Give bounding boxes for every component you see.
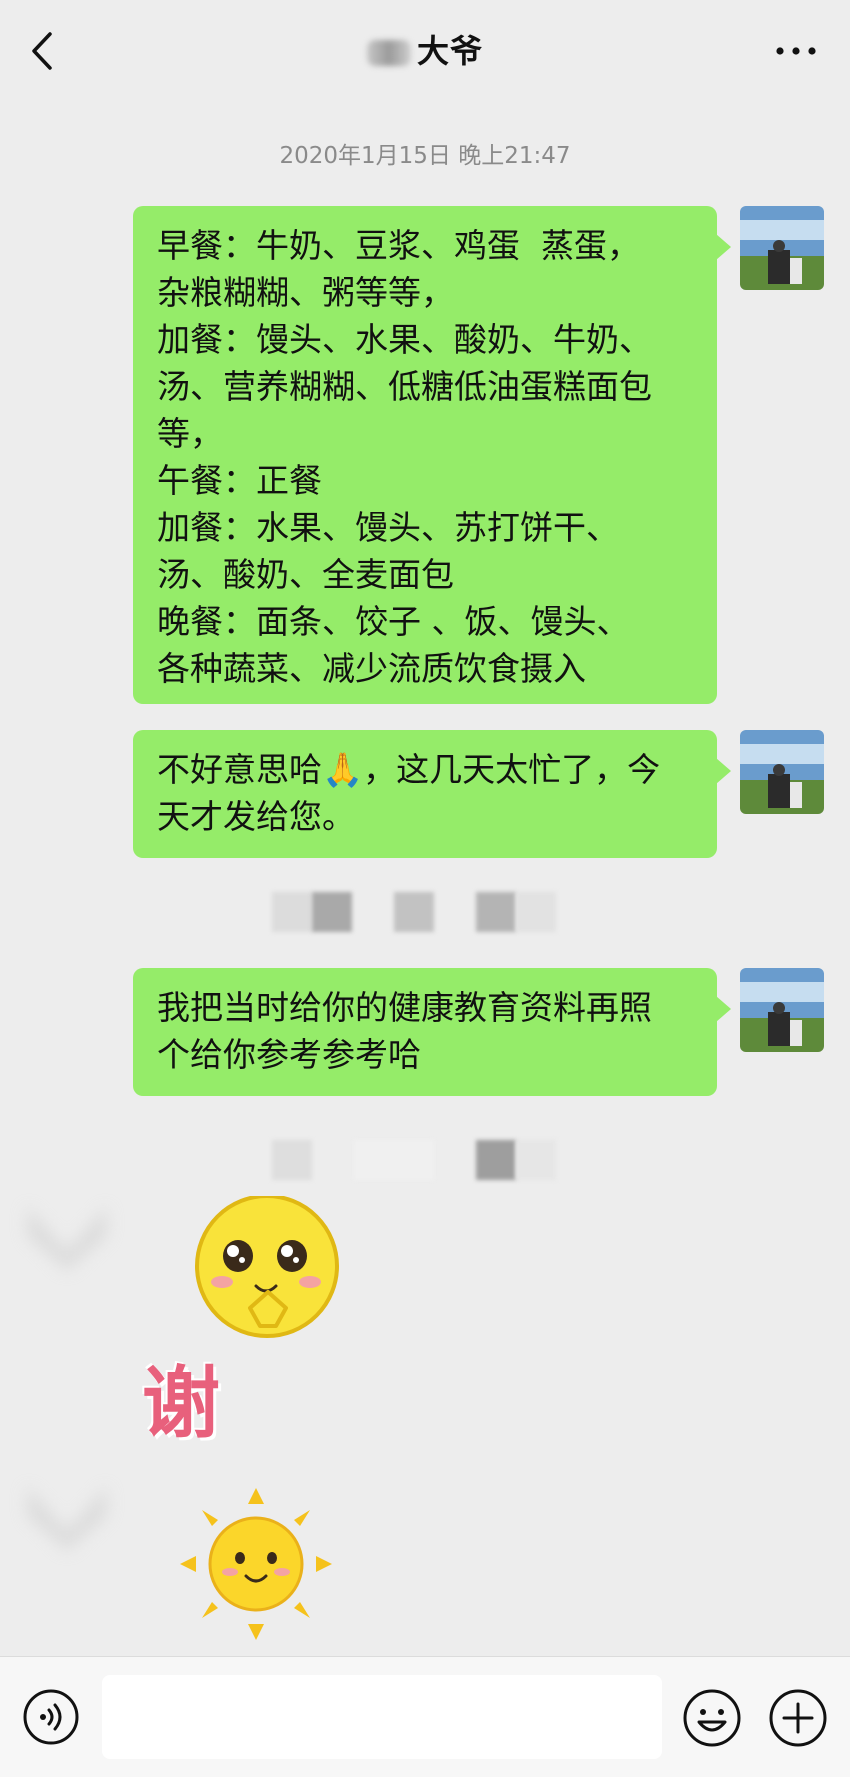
more-options-button[interactable]: [766, 38, 826, 64]
more-horizontal-icon: [776, 47, 816, 55]
message-bubble-diet-plan[interactable]: 早餐：牛奶、豆浆、鸡蛋 蒸蛋， 杂粮糊糊、粥等等， 加餐：馒头、水果、酸奶、牛奶…: [133, 206, 731, 704]
redacted-blur: [272, 892, 312, 932]
plus-circle-icon: [769, 1689, 827, 1747]
thanks-text: 谢: [142, 1359, 221, 1449]
sender-avatar-blurred[interactable]: [22, 1196, 112, 1276]
avatar[interactable]: [740, 206, 824, 290]
voice-input-button[interactable]: [22, 1688, 80, 1746]
avatar-landscape-photo: [740, 968, 824, 1052]
chat-title: 大爷: [0, 26, 850, 72]
avatar-landscape-photo: [740, 730, 824, 814]
avatar[interactable]: [740, 730, 824, 814]
redacted-blur: [394, 892, 434, 932]
smiling-sun-sticker: [180, 1488, 332, 1640]
redacted-blur: [354, 1140, 434, 1180]
chat-header: 大爷: [0, 0, 850, 100]
emoji-button[interactable]: [682, 1688, 742, 1748]
redacted-name-blur: [366, 40, 411, 66]
chat-title-text: 大爷: [416, 32, 483, 70]
message-input[interactable]: [102, 1675, 662, 1759]
smiley-thank-you-sticker: [195, 1196, 339, 1338]
apology-text-start: 不好意思哈: [157, 750, 322, 789]
redacted-blur: [516, 1140, 556, 1180]
avatar-landscape-photo: [740, 206, 824, 290]
folded-hands-emoji: 🙏: [322, 750, 364, 789]
redacted-blur: [312, 892, 352, 932]
redacted-blur: [476, 1140, 516, 1180]
message-bubble-apology[interactable]: 不好意思哈🙏，这几天太忙了，今 天才发给您。: [133, 730, 731, 858]
redacted-blur: [516, 892, 556, 932]
redacted-blur: [476, 892, 516, 932]
avatar[interactable]: [740, 968, 824, 1052]
more-functions-button[interactable]: [768, 1688, 828, 1748]
sun-sticker[interactable]: [176, 1484, 336, 1644]
message-timestamp: 2020年1月15日 晚上21:47: [279, 143, 571, 169]
sender-avatar-blurred[interactable]: [22, 1476, 112, 1556]
emoji-icon: [683, 1689, 741, 1747]
thank-you-sticker[interactable]: 谢: [140, 1196, 360, 1466]
redacted-blur: [272, 1140, 312, 1180]
message-bubble-health-materials[interactable]: 我把当时给你的健康教育资料再照 个给你参考参考哈: [133, 968, 731, 1096]
input-toolbar: [0, 1656, 850, 1777]
voice-icon: [23, 1689, 79, 1745]
